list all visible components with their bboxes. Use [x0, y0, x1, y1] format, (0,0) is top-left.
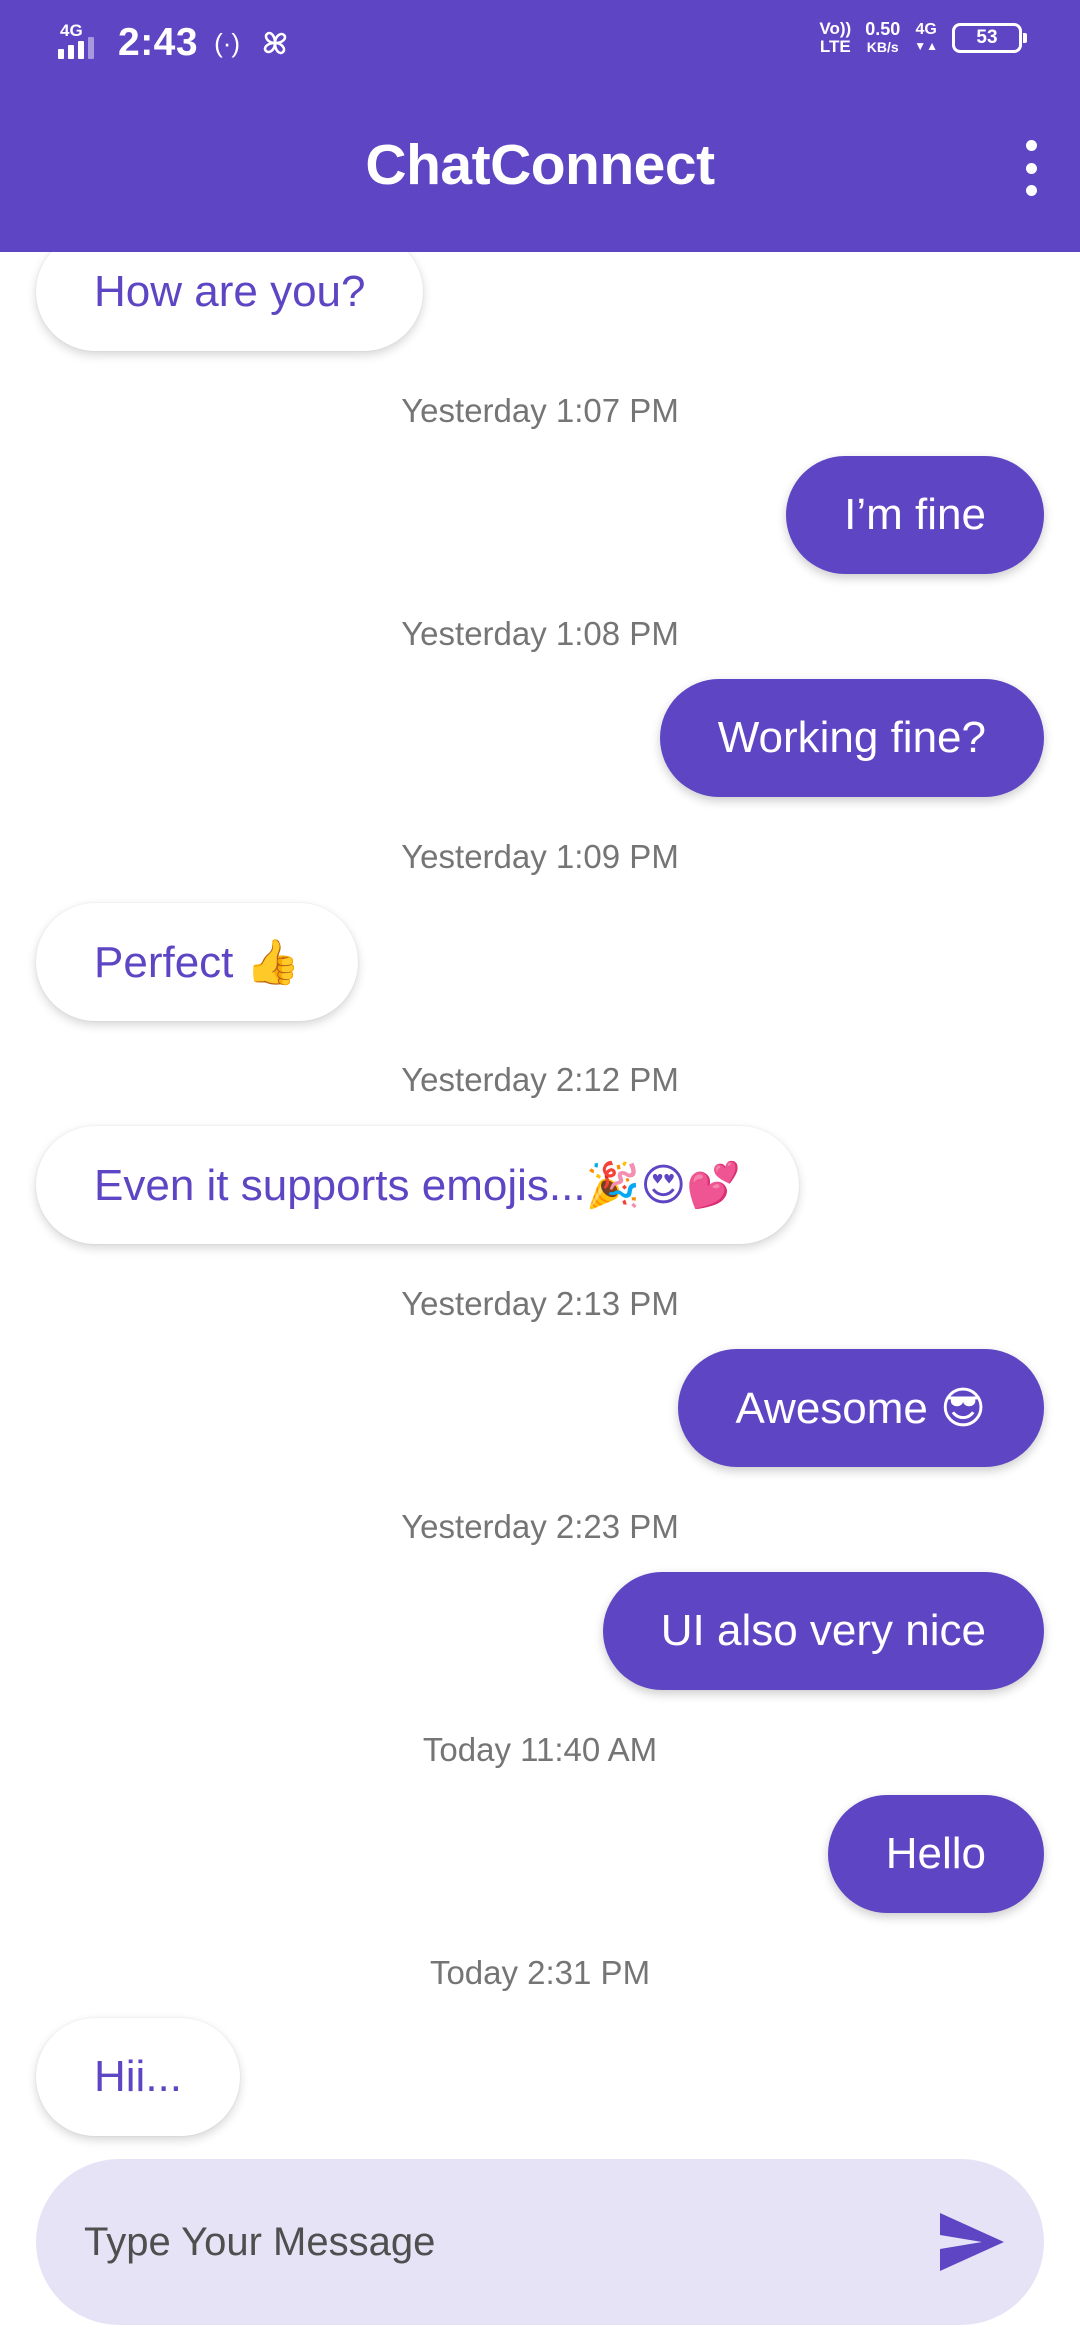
message-input[interactable]: [84, 2197, 884, 2287]
message-text: Even it supports emojis...🎉😍💕: [94, 1161, 741, 1210]
app-bar: ChatConnect: [0, 90, 1080, 252]
message-timestamp: Yesterday 2:12 PM: [401, 1061, 679, 1098]
message-text: How are you?: [94, 267, 366, 316]
status-bar: 4G 2:43 (·) Vo)) LTE 0.50 KB/s 4G ▼▲ 53: [0, 0, 1080, 90]
send-icon[interactable]: [936, 2209, 1008, 2275]
message-text: Awesome 😎: [735, 1383, 987, 1433]
status-time: 2:43: [118, 21, 199, 64]
chat-screen: How are you? Yesterday 1:07 PM I’m fine …: [0, 0, 1080, 2340]
message-bubble-incoming[interactable]: Perfect 👍: [36, 903, 359, 1021]
network-speed: 0.50 KB/s: [865, 19, 901, 55]
message-bubble-incoming[interactable]: Hii...: [36, 2018, 240, 2136]
message-list[interactable]: How are you? Yesterday 1:07 PM I’m fine …: [0, 0, 1080, 2150]
message-text: I’m fine: [844, 490, 986, 539]
message-bubble-outgoing[interactable]: Hello: [827, 1795, 1044, 1913]
message-text: Perfect 👍: [94, 938, 301, 987]
message-text: Hello: [885, 1829, 986, 1878]
message-text: UI also very nice: [660, 1606, 986, 1655]
volte-indicator: Vo)) LTE: [819, 19, 852, 56]
message-bubble-outgoing[interactable]: UI also very nice: [602, 1572, 1044, 1690]
pinwheel-icon: [263, 31, 287, 55]
message-timestamp: Yesterday 1:08 PM: [401, 615, 679, 652]
battery-icon: 53: [952, 23, 1027, 53]
message-composer: [36, 2159, 1044, 2325]
message-timestamp: Yesterday 1:09 PM: [401, 838, 679, 875]
message-bubble-outgoing[interactable]: Working fine?: [659, 679, 1044, 797]
message-text: Working fine?: [717, 713, 986, 762]
app-title: ChatConnect: [365, 133, 715, 197]
hotspot-icon: (·): [214, 27, 241, 58]
message-text: Hii...: [94, 2052, 182, 2101]
battery-level: 53: [976, 27, 998, 48]
message-bubble-incoming[interactable]: Even it supports emojis...🎉😍💕: [36, 1126, 799, 1244]
message-timestamp: Today 11:40 AM: [422, 1731, 658, 1768]
message-timestamp: Yesterday 1:07 PM: [401, 392, 679, 429]
app-header: 4G 2:43 (·) Vo)) LTE 0.50 KB/s 4G ▼▲ 53 …: [0, 0, 1080, 252]
message-timestamp: Yesterday 2:23 PM: [401, 1508, 679, 1545]
message-bubble-outgoing[interactable]: I’m fine: [786, 456, 1044, 574]
signal-strength-icon: 4G: [58, 21, 104, 65]
message-timestamp: Today 2:31 PM: [429, 1954, 651, 1991]
more-vert-icon[interactable]: [1018, 140, 1044, 196]
message-bubble-outgoing[interactable]: Awesome 😎: [677, 1349, 1044, 1467]
data-activity-icon: 4G ▼▲: [914, 21, 938, 54]
message-timestamp: Yesterday 2:13 PM: [401, 1285, 679, 1322]
